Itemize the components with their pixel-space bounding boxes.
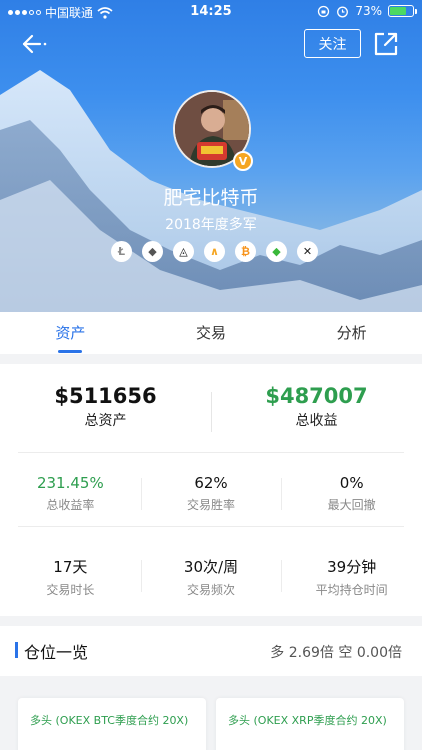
tab-analysis[interactable]: 分析 [281,312,422,354]
stat-trading-frequency: 30次/周 交易频次 [140,556,282,598]
tab-assets[interactable]: 资产 [0,312,141,354]
verified-badge: V [233,151,253,171]
total-profit: $487007 总收益 [211,384,422,430]
share-icon [374,32,398,56]
back-button[interactable] [20,30,52,58]
profile-header-background: 中国联通 14:25 73% 关注 V 肥宅比特币 2018年度多军 Ł ◆ ◬… [0,0,422,312]
stat-value: 30次/周 [183,558,239,576]
battery-percent: 73% [355,4,382,18]
stat-value: 231.45% [36,474,104,492]
section-accent-bar [15,642,18,658]
divider [211,392,212,432]
rotation-lock-icon [318,5,330,17]
stat-label: 交易时长 [46,583,95,597]
total-assets-value: $511656 [54,384,157,408]
share-button[interactable] [372,30,400,58]
ethereum-classic-icon: ◆ [266,241,287,262]
total-profit-label: 总收益 [295,413,338,429]
stat-return-rate: 231.45% 总收益率 [0,474,141,513]
stat-value: 0% [339,474,364,492]
stat-value: 17天 [53,558,88,576]
status-bar: 中国联通 14:25 73% [0,0,422,24]
user-nickname: 肥宅比特币 [163,187,259,209]
eos-icon: ◬ [173,241,194,262]
stat-max-drawdown: 0% 最大回撤 [281,474,422,513]
stats-row-performance: 231.45% 总收益率 62% 交易胜率 0% 最大回撤 [0,474,422,513]
battery-icon [388,5,417,17]
stat-label: 总收益率 [46,498,95,512]
ethereum-icon: ◆ [142,241,163,262]
divider [18,452,404,453]
positions-header: 仓位一览 多 2.69倍 空 0.00倍 [0,626,422,676]
total-assets: $511656 总资产 [0,384,211,430]
total-profit-value: $487007 [265,384,368,408]
position-card[interactable]: 多头 (OKEX BTC季度合约 20X) [18,698,206,750]
stat-value: 62% [194,474,228,492]
ripple-icon: ✕ [297,241,318,262]
position-label: 多头 (OKEX BTC季度合约 20X) [30,714,189,727]
coin-badge-list: Ł ◆ ◬ ∧ ₿ ◆ ✕ [111,241,318,262]
total-assets-label: 总资产 [84,413,127,429]
stat-value: 39分钟 [327,558,377,576]
asset-stats-card: $511656 总资产 $487007 总收益 231.45% 总收益率 62%… [0,364,422,616]
back-arrow-icon [22,34,47,54]
stat-win-rate: 62% 交易胜率 [140,474,282,513]
litecoin-icon: Ł [111,241,132,262]
tab-trades[interactable]: 交易 [141,312,282,354]
position-list: 多头 (OKEX BTC季度合约 20X) 多头 (OKEX XRP季度合约 2… [0,686,422,750]
aeternity-icon: ∧ [204,241,225,262]
user-title: 2018年度多军 [165,217,257,233]
stat-avg-holding-time: 39分钟 平均持仓时间 [281,556,422,598]
stat-trading-duration: 17天 交易时长 [0,556,141,598]
position-card[interactable]: 多头 (OKEX XRP季度合约 20X) [216,698,404,750]
stats-row-activity: 17天 交易时长 30次/周 交易频次 39分钟 平均持仓时间 [0,556,422,598]
stat-label: 交易胜率 [187,498,236,512]
divider [18,526,404,527]
position-label: 多头 (OKEX XRP季度合约 20X) [228,714,387,727]
positions-summary: 多 2.69倍 空 0.00倍 [270,645,402,661]
stat-label: 最大回撤 [327,498,376,512]
stat-label: 平均持仓时间 [315,583,388,597]
follow-button[interactable]: 关注 [304,29,361,58]
bitcoin-icon: ₿ [235,241,256,262]
positions-title: 仓位一览 [24,643,89,662]
alarm-icon [337,6,349,17]
stat-label: 交易频次 [187,583,236,597]
tab-bar: 资产 交易 分析 [0,312,422,354]
trader-profile-screen: 中国联通 14:25 73% 关注 V 肥宅比特币 2018年度多军 Ł ◆ ◬… [0,0,422,750]
